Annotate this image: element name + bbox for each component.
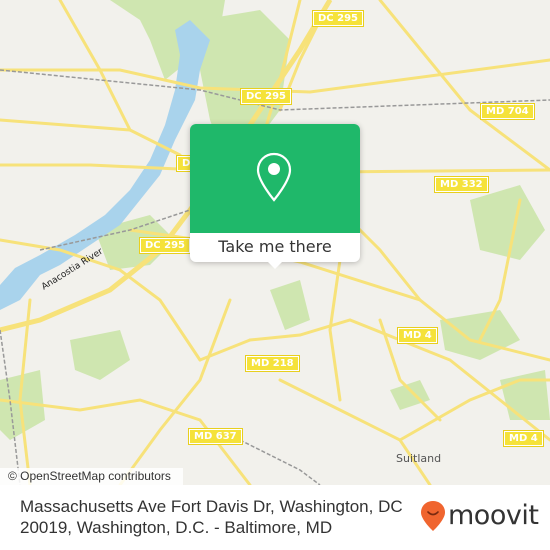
- location-popup[interactable]: Take me there: [190, 124, 360, 269]
- road-shield: MD 637: [188, 428, 243, 445]
- moovit-logo[interactable]: moovit: [420, 500, 539, 532]
- take-me-there-button[interactable]: Take me there: [190, 233, 360, 261]
- road-shield: DC 295: [139, 237, 191, 254]
- road-shield: DC 295: [240, 88, 292, 105]
- map-pin-icon: [256, 152, 292, 202]
- moovit-pin-icon: [421, 501, 445, 531]
- road-shield: MD 4: [397, 327, 438, 344]
- road-shield: DC 295: [312, 10, 364, 27]
- footer: Massachusetts Ave Fort Davis Dr, Washing…: [0, 485, 550, 550]
- map-attribution[interactable]: © OpenStreetMap contributors: [0, 468, 183, 485]
- address-text: Massachusetts Ave Fort Davis Dr, Washing…: [20, 497, 403, 537]
- map-canvas[interactable]: DC 295 DC 295 MD 704 DC 295 MD 332 DC 29…: [0, 0, 550, 485]
- road-shield: MD 4: [503, 430, 544, 447]
- town-label: Suitland: [396, 452, 442, 465]
- road-shield: MD 218: [245, 355, 300, 372]
- popup-header: [190, 124, 360, 233]
- moovit-wordmark: moovit: [448, 500, 539, 531]
- popup-pointer: [268, 262, 282, 269]
- road-shield: MD 332: [434, 176, 489, 193]
- road-shield: MD 704: [480, 103, 535, 120]
